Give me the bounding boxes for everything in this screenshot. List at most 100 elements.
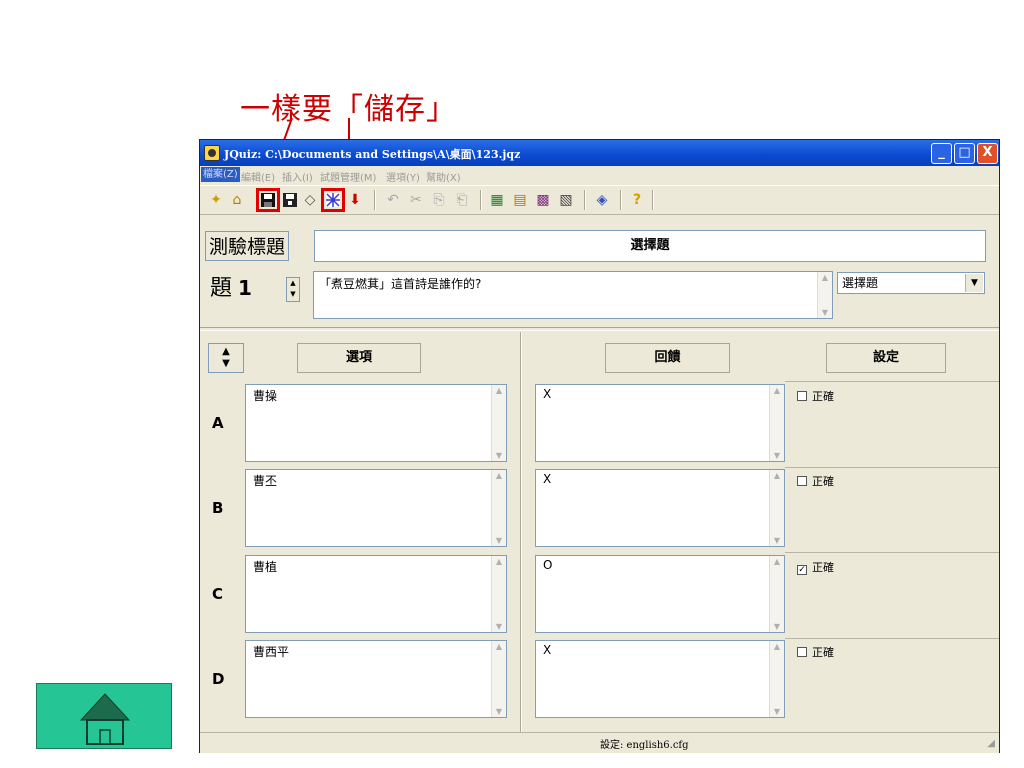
feedback-scrollbar-a[interactable]: ▲ ▼ <box>769 385 784 461</box>
feedback-text-c: O <box>543 558 553 572</box>
feedback-text-b: X <box>543 472 552 486</box>
feedback-scrollbar-b[interactable]: ▲ ▼ <box>769 470 784 546</box>
undo-icon[interactable]: ↶ <box>383 190 403 210</box>
correct-checkbox-d[interactable]: 正確 <box>797 644 834 660</box>
question-scrollbar[interactable]: ▲ ▼ <box>817 272 832 318</box>
toolbar-separator <box>584 190 586 210</box>
app-icon <box>204 145 220 161</box>
option-letter-a: A <box>212 414 224 432</box>
correct-label-c: 正確 <box>812 561 834 574</box>
option-text-b: 曹丕 <box>253 474 278 488</box>
option-text-a: 曹操 <box>253 389 278 403</box>
option-input-d[interactable]: 曹西平 ▲ ▼ <box>245 640 507 718</box>
feedback-input-a[interactable]: X ▲ ▼ <box>535 384 785 462</box>
status-text: 設定: english6.cfg <box>600 740 689 751</box>
question-text-input[interactable]: 「煮豆燃萁」這首詩是誰作的? ▲ ▼ <box>313 271 833 319</box>
column-divider <box>520 332 522 732</box>
feedback-header-button[interactable]: 回饋 <box>605 343 730 373</box>
exercise-icon[interactable]: ▦ <box>487 190 507 210</box>
menu-manage[interactable]: 試題管理(M) <box>320 169 376 184</box>
toolbar-separator <box>480 190 482 210</box>
question-label: 題 <box>210 276 233 301</box>
option-text-c: 曹植 <box>253 560 278 574</box>
question-type-value: 選擇題 <box>842 276 879 290</box>
open-icon[interactable]: ⌂ <box>227 190 247 210</box>
option-scrollbar-c[interactable]: ▲ ▼ <box>491 556 506 632</box>
question-number[interactable]: 1 <box>238 276 252 300</box>
menu-options[interactable]: 選項(Y) <box>386 169 420 184</box>
new-icon[interactable]: ✦ <box>206 190 226 210</box>
jquiz-window: JQuiz: C:\Documents and Settings\A\桌面\12… <box>199 139 1000 753</box>
down-arrow-icon[interactable]: ⬇ <box>345 190 365 210</box>
menu-edit[interactable]: 編輯(E) <box>241 169 275 184</box>
correct-checkbox-b[interactable]: 正確 <box>797 473 834 489</box>
option-scrollbar-d[interactable]: ▲ ▼ <box>491 641 506 717</box>
home-button[interactable] <box>36 683 172 749</box>
maximize-button[interactable]: □ <box>954 143 975 164</box>
feedback-input-b[interactable]: X ▲ ▼ <box>535 469 785 547</box>
row-divider <box>785 552 999 553</box>
config-icon[interactable]: ▤ <box>510 190 530 210</box>
correct-checkbox-c[interactable]: ✓ 正確 <box>797 559 834 575</box>
copy-icon[interactable]: ⎘ <box>429 190 449 210</box>
correct-label-b: 正確 <box>812 475 834 488</box>
quiz-title-input[interactable]: 選擇題 <box>314 230 986 262</box>
chevron-down-icon[interactable]: ▼ <box>965 274 983 292</box>
option-letter-c: C <box>212 585 224 603</box>
tool2-icon[interactable]: ▧ <box>556 190 576 210</box>
window-title: JQuiz: C:\Documents and Settings\A\桌面\12… <box>224 148 521 161</box>
correct-label-a: 正確 <box>812 390 834 403</box>
color-icon[interactable]: ◈ <box>592 190 612 210</box>
option-text-d: 曹西平 <box>253 645 290 659</box>
option-input-c[interactable]: 曹植 ▲ ▼ <box>245 555 507 633</box>
menu-insert[interactable]: 插入(I) <box>282 169 313 184</box>
checkbox-box-checked[interactable]: ✓ <box>797 565 807 575</box>
menu-bar: 檔案(Z) 編輯(E) 插入(I) 試題管理(M) 選項(Y) 幫助(X) <box>200 166 999 184</box>
toolbar-separator <box>374 190 376 210</box>
options-header-button[interactable]: 選項 <box>297 343 421 373</box>
feedback-input-d[interactable]: X ▲ ▼ <box>535 640 785 718</box>
question-text: 「煮豆燃萁」這首詩是誰作的? <box>319 277 482 291</box>
feedback-input-c[interactable]: O ▲ ▼ <box>535 555 785 633</box>
row-divider <box>785 638 999 639</box>
help-icon[interactable]: ? <box>627 190 647 210</box>
option-input-b[interactable]: 曹丕 ▲ ▼ <box>245 469 507 547</box>
close-button[interactable]: X <box>977 143 998 164</box>
settings-header-button[interactable]: 設定 <box>826 343 946 373</box>
correct-checkbox-a[interactable]: 正確 <box>797 388 834 404</box>
toolbar-separator <box>652 190 654 210</box>
save-as-icon[interactable] <box>280 190 300 210</box>
resize-grip-icon[interactable]: ◢ <box>987 738 995 749</box>
checkbox-box[interactable] <box>797 476 807 486</box>
menu-file[interactable]: 檔案(Z) <box>201 167 240 182</box>
option-letter-b: B <box>212 499 224 517</box>
checkbox-box[interactable] <box>797 647 807 657</box>
toolbar-separator <box>620 190 622 210</box>
section-divider <box>200 327 999 331</box>
tool-icon[interactable]: ▩ <box>533 190 553 210</box>
checkbox-box[interactable] <box>797 391 807 401</box>
question-type-select[interactable]: 選擇題 ▼ <box>837 272 985 294</box>
row-divider <box>785 467 999 468</box>
feedback-text-a: X <box>543 387 552 401</box>
minimize-button[interactable]: _ <box>931 143 952 164</box>
paste-icon[interactable]: ⎗ <box>452 190 472 210</box>
option-letter-d: D <box>212 670 225 688</box>
option-input-a[interactable]: 曹操 ▲ ▼ <box>245 384 507 462</box>
feedback-scrollbar-d[interactable]: ▲ ▼ <box>769 641 784 717</box>
option-scrollbar-b[interactable]: ▲ ▼ <box>491 470 506 546</box>
save-icon[interactable] <box>256 188 280 212</box>
eraser-icon[interactable]: ◇ <box>300 190 320 210</box>
feedback-scrollbar-c[interactable]: ▲ ▼ <box>769 556 784 632</box>
question-number-spinner[interactable]: ▲ ▼ <box>286 277 300 302</box>
reorder-button[interactable]: ▲ ▼ <box>208 343 244 373</box>
export-web-icon[interactable] <box>321 188 345 212</box>
menu-help[interactable]: 幫助(X) <box>426 169 461 184</box>
annotation-text: 一樣要「儲存」 <box>240 92 457 127</box>
option-scrollbar-a[interactable]: ▲ ▼ <box>491 385 506 461</box>
title-bar[interactable]: JQuiz: C:\Documents and Settings\A\桌面\12… <box>200 140 999 166</box>
cut-icon[interactable]: ✂ <box>406 190 426 210</box>
feedback-text-d: X <box>543 643 552 657</box>
status-bar: 設定: english6.cfg ◢ <box>200 732 999 753</box>
correct-label-d: 正確 <box>812 646 834 659</box>
